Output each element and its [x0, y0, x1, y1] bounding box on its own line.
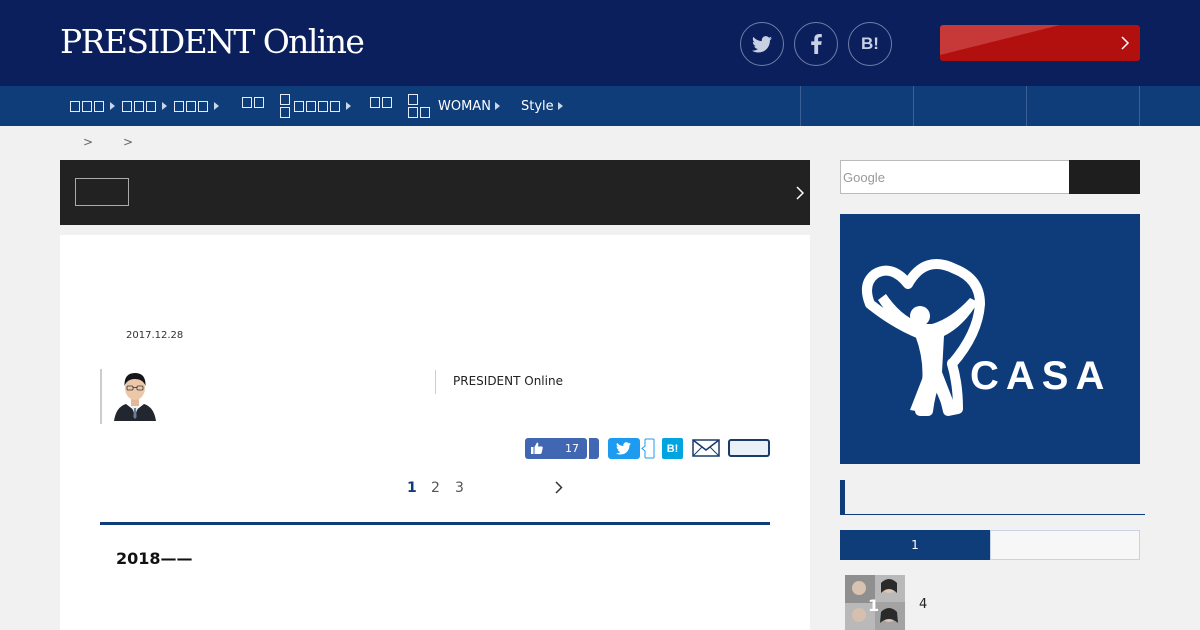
- facebook-share-button[interactable]: [589, 438, 599, 459]
- casa-ad-banner[interactable]: ® CASA: [840, 214, 1140, 464]
- tweet-count-bubble: [641, 438, 655, 459]
- twitter-share-button[interactable]: [740, 22, 784, 66]
- casa-wordmark: CASA: [970, 354, 1111, 398]
- nav-item-3[interactable]: [174, 86, 219, 126]
- series-banner[interactable]: [60, 160, 810, 225]
- site-logo[interactable]: PRESIDENT Online: [60, 22, 365, 61]
- hatena-bookmark-button[interactable]: B!: [662, 438, 683, 459]
- save-article-button[interactable]: [728, 439, 770, 457]
- ranking-number: 1: [868, 596, 880, 615]
- chevron-right-icon: [1121, 36, 1130, 50]
- facebook-icon: [810, 34, 822, 54]
- svg-text:®: ®: [947, 356, 956, 370]
- nav-item-5[interactable]: [280, 86, 351, 126]
- nav-item-style[interactable]: Style: [521, 86, 563, 126]
- breadcrumb-separator: >: [123, 135, 134, 149]
- publish-date: 2017.12.28: [126, 330, 184, 341]
- nav-item-6[interactable]: [370, 86, 394, 126]
- hatena-bookmark-button[interactable]: B!: [848, 22, 892, 66]
- search-button[interactable]: [1069, 160, 1140, 194]
- nav-item-2[interactable]: [122, 86, 167, 126]
- section-divider: [100, 522, 770, 525]
- page-link-1[interactable]: 1: [407, 480, 417, 496]
- nav-item-woman[interactable]: WOMAN: [408, 86, 500, 126]
- nav-item-1[interactable]: [70, 86, 115, 126]
- thumbs-up-icon: [531, 442, 543, 454]
- ranking-heading: [840, 480, 1145, 515]
- site-header: PRESIDENT Online B!: [0, 0, 1200, 86]
- page-link-2[interactable]: 2: [431, 480, 440, 496]
- article-body: 2017.12.28 PRESIDENT Online 17 B! 1 2 3 …: [60, 235, 810, 630]
- page-link-3[interactable]: 3: [455, 480, 464, 496]
- nav-right-tab-3[interactable]: [1027, 86, 1139, 126]
- author-avatar[interactable]: [112, 367, 158, 421]
- source-divider: [435, 370, 436, 394]
- twitter-icon: [616, 442, 631, 455]
- breadcrumb-separator: >: [83, 135, 94, 149]
- nav-divider: [1139, 86, 1140, 126]
- nav-item-4[interactable]: [242, 86, 266, 126]
- chevron-right-icon: [796, 186, 804, 200]
- facebook-share-button[interactable]: [794, 22, 838, 66]
- article-source: PRESIDENT Online: [453, 374, 563, 388]
- hatena-bookmark-icon: B!: [861, 34, 879, 53]
- nav-right-tab-2[interactable]: [914, 86, 1026, 126]
- casa-logo: ® CASA: [861, 259, 1111, 416]
- twitter-icon: [752, 35, 772, 52]
- series-tag: [75, 178, 129, 206]
- facebook-like-button[interactable]: 17: [525, 438, 587, 459]
- ranking-item-title[interactable]: 4: [919, 597, 927, 612]
- ranking-heading-accent: [840, 480, 845, 515]
- ranking-tab-1[interactable]: 1: [840, 530, 990, 560]
- main-nav: WOMAN Style: [0, 86, 1200, 126]
- mail-icon[interactable]: [692, 439, 720, 457]
- author-divider: [100, 369, 102, 424]
- premium-signup-button[interactable]: [940, 25, 1140, 61]
- ranking-tab-2[interactable]: [990, 530, 1140, 560]
- tweet-button[interactable]: [608, 438, 640, 459]
- like-count: 17: [565, 442, 579, 455]
- nav-right-tab-1[interactable]: [801, 86, 913, 126]
- article-lead: 2018——: [116, 549, 193, 568]
- next-page-icon[interactable]: [555, 481, 563, 494]
- site-search-input[interactable]: Google: [840, 160, 1070, 194]
- cta-highlight: [940, 25, 1060, 55]
